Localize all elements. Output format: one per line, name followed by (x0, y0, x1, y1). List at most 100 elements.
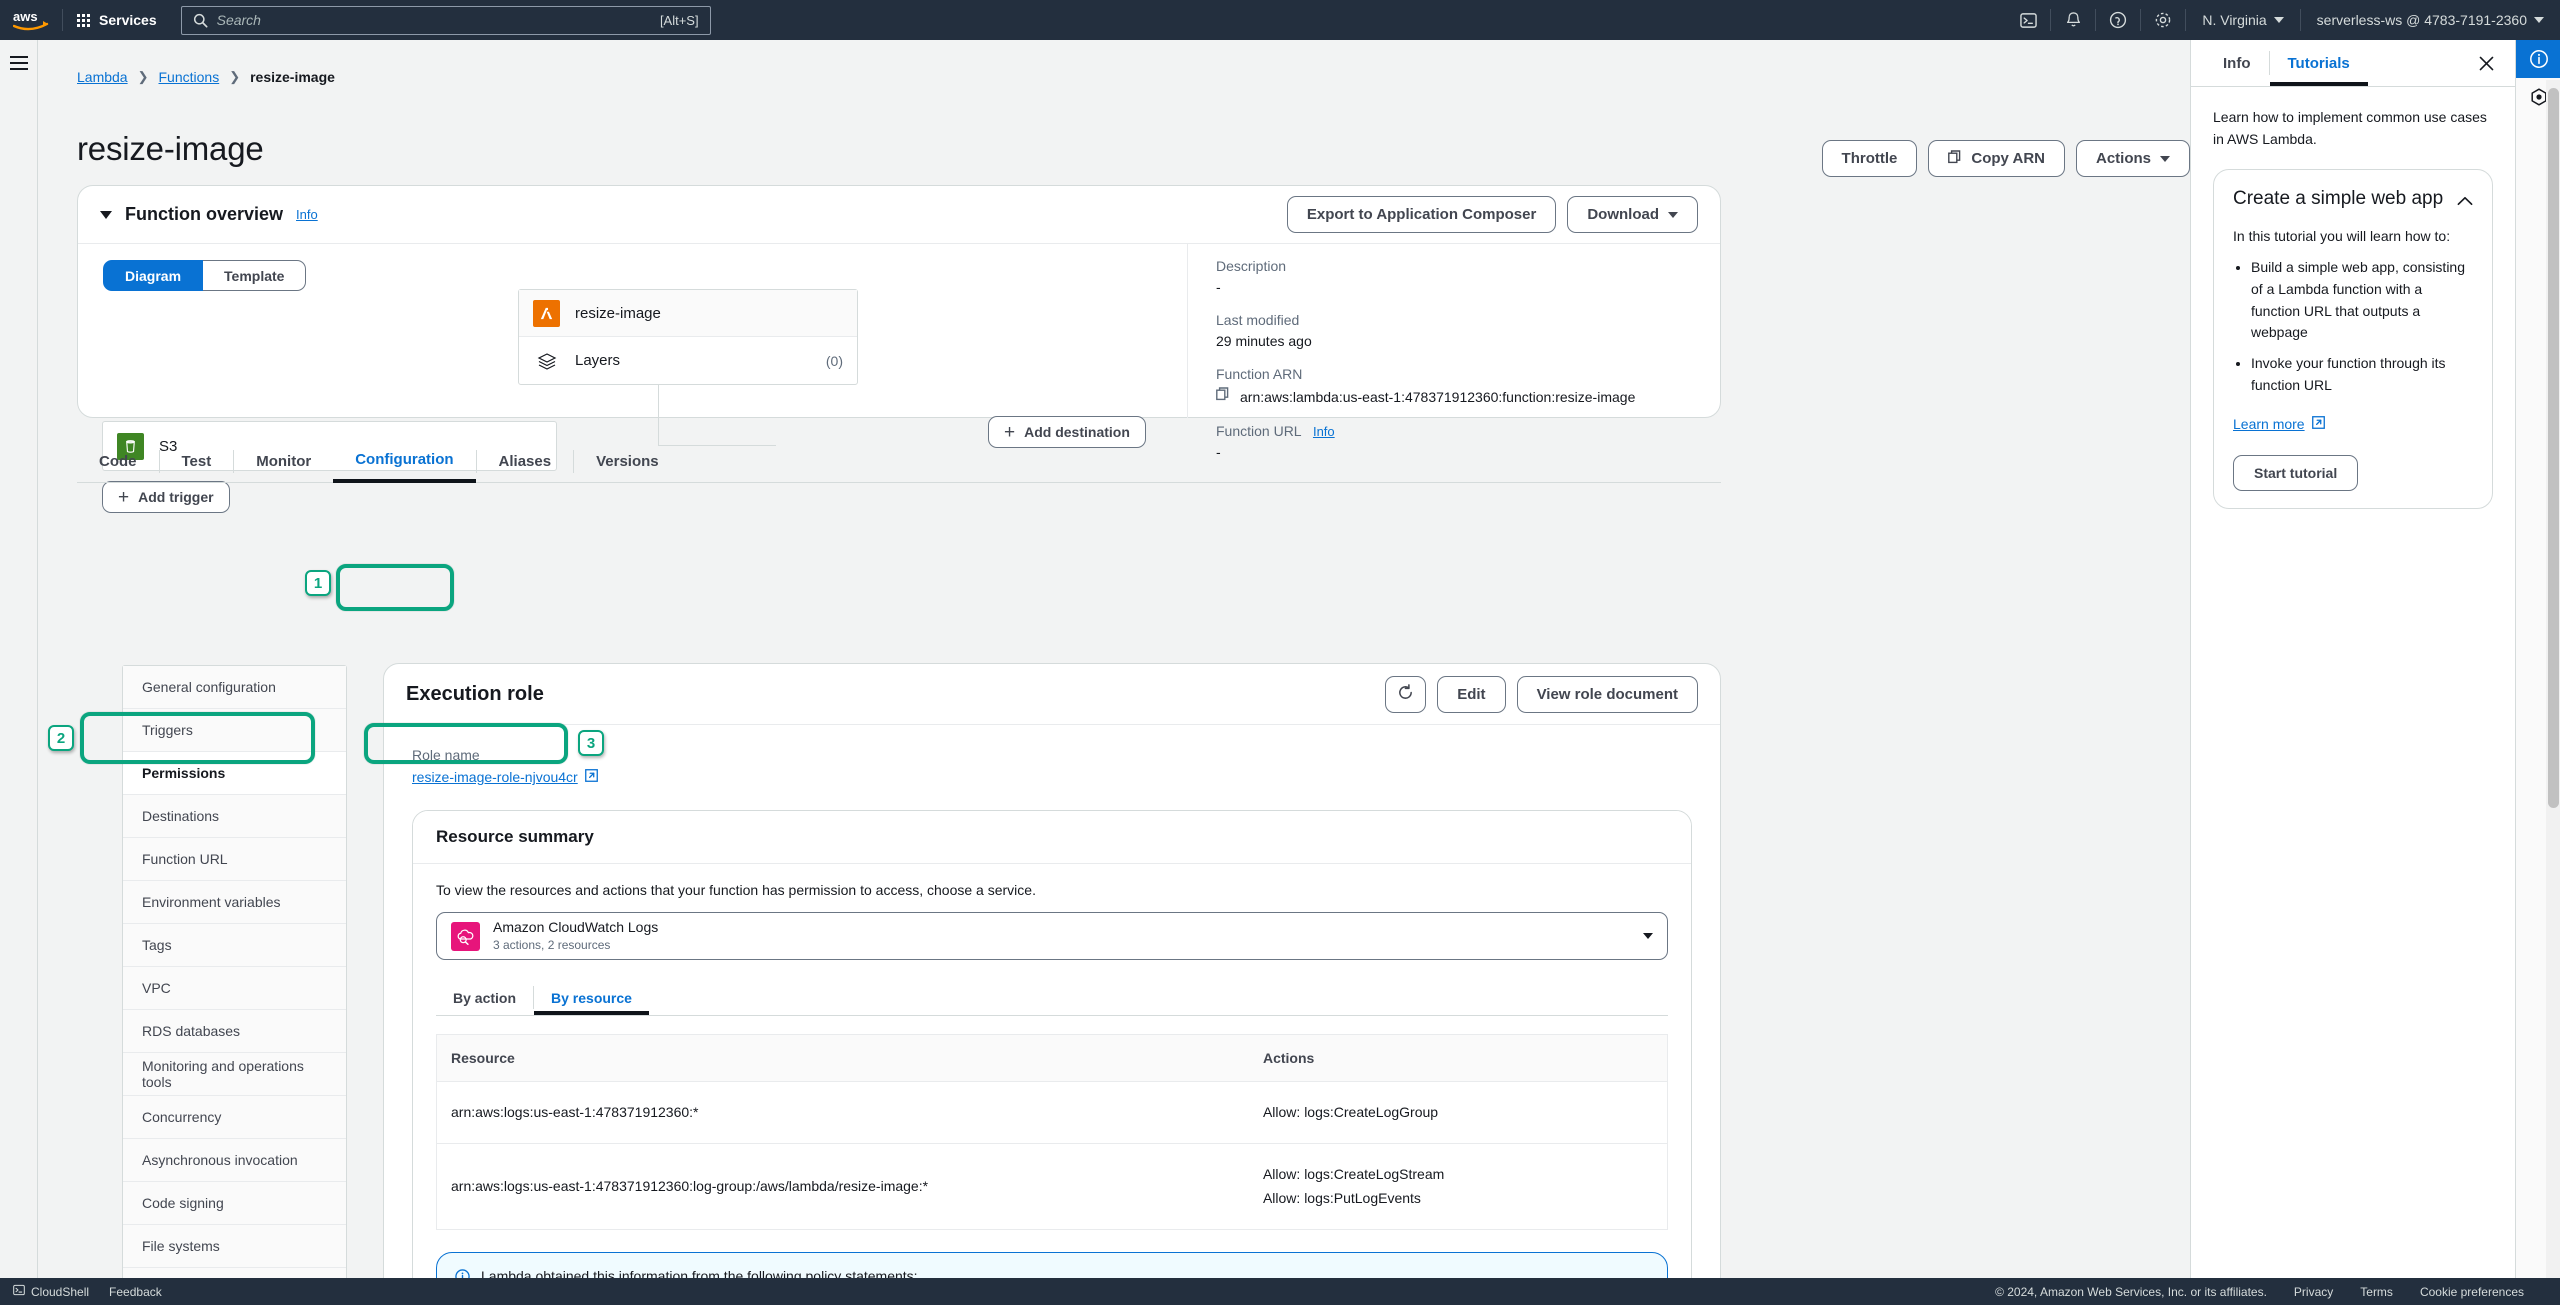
feedback-link[interactable]: Feedback (109, 1285, 162, 1299)
bell-icon[interactable] (2051, 0, 2095, 40)
help-tab-tutorials[interactable]: Tutorials (2270, 40, 2368, 86)
config-nav-destinations[interactable]: Destinations (123, 795, 346, 838)
edit-role-button[interactable]: Edit (1437, 675, 1506, 713)
chevron-down-icon (2273, 17, 2284, 23)
function-url-label: Function URL (1216, 423, 1302, 439)
config-nav-concurrency[interactable]: Concurrency (123, 1096, 346, 1139)
view-toggle-template[interactable]: Template (203, 260, 307, 291)
account-menu[interactable]: serverless-ws @ 4783-7191-2360 (2301, 0, 2560, 40)
execution-role-title: Execution role (406, 682, 544, 705)
info-panel-icon[interactable] (2516, 40, 2560, 78)
copy-arn-button[interactable]: Copy ARN (1928, 140, 2065, 177)
search-input[interactable] (216, 12, 651, 28)
footer-left-group: CloudShell Feedback (0, 1284, 162, 1299)
refresh-button[interactable] (1385, 675, 1427, 713)
chevron-down-icon (1643, 933, 1653, 939)
actions-button[interactable]: Actions (2075, 140, 2190, 177)
cloudshell-icon[interactable] (2006, 0, 2050, 40)
config-nav-function-url[interactable]: Function URL (123, 838, 346, 881)
download-button[interactable]: Download (1567, 196, 1698, 233)
close-icon[interactable] (2472, 40, 2501, 86)
chevron-up-icon[interactable] (2457, 193, 2473, 211)
config-nav-permissions[interactable]: Permissions (123, 752, 346, 795)
actions-label: Actions (2095, 150, 2151, 167)
config-nav-monitoring-and-operations-tools[interactable]: Monitoring and operations tools (123, 1053, 346, 1096)
cloudwatch-logs-icon (451, 921, 480, 951)
config-nav-code-signing[interactable]: Code signing (123, 1182, 346, 1225)
start-tutorial-button[interactable]: Start tutorial (2233, 454, 2359, 491)
services-menu-button[interactable]: Services (63, 0, 171, 40)
function-overview-panel: Function overview Info Export to Applica… (77, 185, 1721, 513)
view-role-document-button[interactable]: View role document (1516, 675, 1698, 713)
config-nav-general-configuration[interactable]: General configuration (123, 666, 346, 709)
function-diagram-area: Diagram Template resize-image Layers (0)… (78, 244, 1188, 513)
learn-more-link[interactable]: Learn more (2233, 416, 2325, 432)
plus-icon: + (1004, 421, 1016, 443)
sidebar-toggle-icon[interactable] (10, 56, 28, 74)
breadcrumb-item-functions[interactable]: Functions (159, 69, 220, 85)
add-trigger-button[interactable]: + Add trigger (102, 481, 230, 513)
tab-monitor[interactable]: Monitor (234, 440, 333, 483)
diagram-node-function[interactable]: resize-image Layers (0) (518, 289, 858, 385)
add-trigger-label: Add trigger (138, 489, 214, 505)
config-nav-environment-variables[interactable]: Environment variables (123, 881, 346, 924)
view-toggle-diagram[interactable]: Diagram (103, 260, 204, 291)
settings-icon[interactable] (2141, 0, 2185, 40)
plus-icon: + (118, 486, 130, 508)
tab-aliases[interactable]: Aliases (477, 440, 574, 483)
main-content: Lambda ❯ Functions ❯ resize-image resize… (38, 40, 2228, 1278)
execution-role-actions: Edit View role document (1385, 675, 1698, 713)
service-select-dropdown[interactable]: Amazon CloudWatch Logs 3 actions, 2 reso… (436, 912, 1668, 960)
breadcrumb-item-lambda[interactable]: Lambda (77, 69, 128, 85)
selected-service-name: Amazon CloudWatch Logs (493, 919, 659, 936)
edit-label: Edit (1457, 685, 1486, 703)
config-nav-state-machines[interactable]: State machines (123, 1268, 346, 1278)
selected-service-meta: 3 actions, 2 resources (493, 938, 611, 953)
table-row: arn:aws:logs:us-east-1:478371912360:* Al… (436, 1081, 1668, 1144)
function-url-info-link[interactable]: Info (1313, 424, 1335, 439)
config-nav-rds-databases[interactable]: RDS databases (123, 1010, 346, 1053)
tab-code[interactable]: Code (77, 440, 159, 483)
tab-versions[interactable]: Versions (574, 440, 681, 483)
diagram-layers-row[interactable]: Layers (0) (519, 337, 857, 384)
tutorial-card: Create a simple web app In this tutorial… (2213, 169, 2493, 509)
execution-role-body: Role name resize-image-role-njvou4cr Res… (384, 725, 1720, 1278)
cookie-preferences-link[interactable]: Cookie preferences (2420, 1285, 2524, 1299)
config-nav-file-systems[interactable]: File systems (123, 1225, 346, 1268)
aws-logo[interactable]: aws (0, 0, 62, 40)
execution-role-panel: Execution role Edit View role document R… (383, 663, 1721, 1278)
function-overview-header: Function overview Info Export to Applica… (78, 186, 1720, 244)
breadcrumb-separator: ❯ (137, 69, 149, 84)
config-nav-tags[interactable]: Tags (123, 924, 346, 967)
cloudshell-button[interactable]: CloudShell (13, 1284, 89, 1299)
role-name-link[interactable]: resize-image-role-njvou4cr (412, 769, 598, 785)
account-label: serverless-ws @ 4783-7191-2360 (2316, 12, 2527, 28)
config-nav-triggers[interactable]: Triggers (123, 709, 346, 752)
terms-link[interactable]: Terms (2360, 1285, 2393, 1299)
diagram-connector-line (658, 384, 776, 446)
help-icon[interactable] (2096, 0, 2140, 40)
region-selector[interactable]: N. Virginia (2186, 0, 2299, 40)
breadcrumb-item-current: resize-image (250, 69, 335, 85)
subtab-by-action[interactable]: By action (436, 980, 533, 1015)
throttle-button[interactable]: Throttle (1821, 140, 1918, 177)
subtab-by-resource[interactable]: By resource (534, 980, 649, 1015)
collapse-triangle-icon[interactable] (100, 210, 112, 219)
page-scrollbar-thumb[interactable] (2548, 88, 2559, 808)
tab-test[interactable]: Test (160, 440, 234, 483)
privacy-link[interactable]: Privacy (2294, 1285, 2333, 1299)
tutorial-card-header[interactable]: Create a simple web app (2233, 187, 2473, 211)
search-shortcut-hint: [Alt+S] (659, 12, 699, 28)
page-scrollbar-track[interactable] (2546, 80, 2560, 1305)
function-overview-info-link[interactable]: Info (296, 207, 318, 222)
tutorial-bullet: Build a simple web app, consisting of a … (2251, 257, 2473, 344)
tab-configuration[interactable]: Configuration (333, 440, 476, 483)
config-nav-asynchronous-invocation[interactable]: Asynchronous invocation (123, 1139, 346, 1182)
export-to-application-composer-button[interactable]: Export to Application Composer (1286, 196, 1557, 233)
config-nav-vpc[interactable]: VPC (123, 967, 346, 1010)
copy-icon[interactable] (1216, 387, 1230, 406)
help-intro-text: Learn how to implement common use cases … (2213, 109, 2487, 147)
chevron-down-icon (2160, 155, 2170, 162)
help-tab-info[interactable]: Info (2205, 40, 2269, 86)
global-search-box[interactable]: [Alt+S] (180, 5, 711, 35)
